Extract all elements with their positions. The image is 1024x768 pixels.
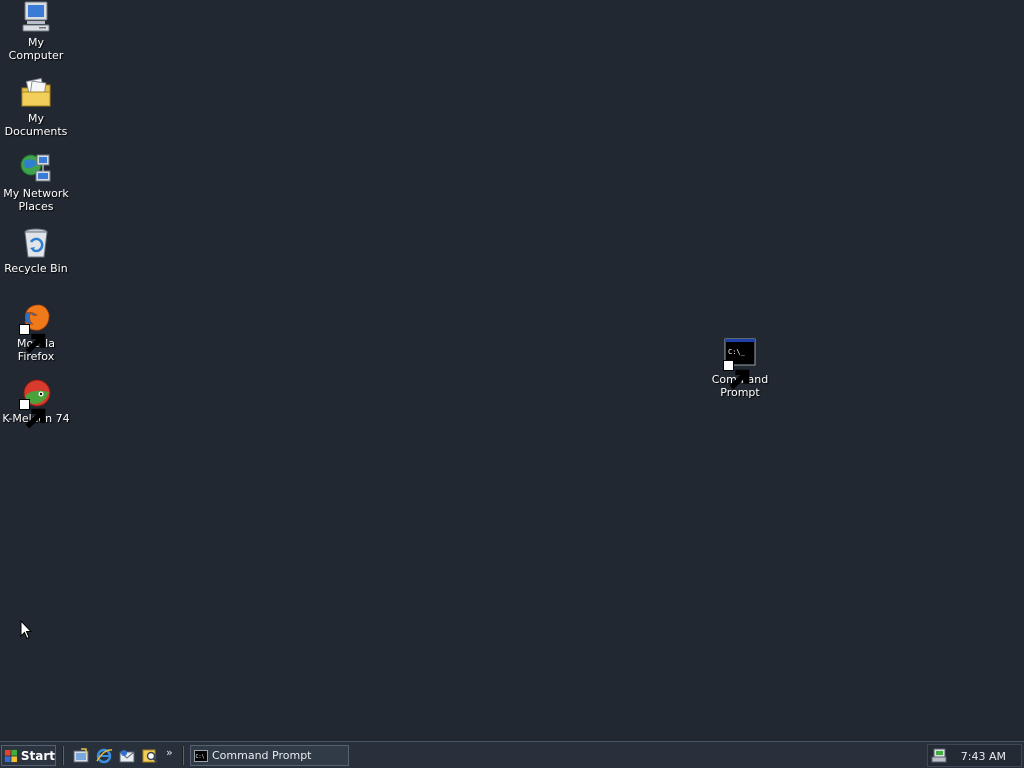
desktop-icon-mozilla-firefox[interactable]: Mozilla Firefox (0, 301, 74, 363)
taskbar-separator (62, 746, 64, 765)
taskbar-button-command-prompt[interactable]: C:\ Command Prompt (190, 745, 349, 766)
show-desktop-icon[interactable] (72, 747, 90, 765)
shortcut-arrow-icon (19, 324, 46, 354)
mouse-pointer-icon (20, 620, 32, 640)
network-places-icon (19, 151, 53, 185)
svg-text:C:\: C:\ (196, 754, 205, 760)
clock[interactable]: 7:43 AM (961, 750, 1006, 763)
firefox-icon (19, 301, 53, 354)
desktop-icon-my-network-places[interactable]: My Network Places (0, 151, 74, 213)
command-prompt-icon: C:\ (194, 749, 208, 762)
desktop-icon-command-prompt[interactable]: C:\_ Command Prompt (702, 337, 778, 399)
desktop-icon-label: My Documents (4, 112, 68, 138)
taskbar-separator (182, 746, 184, 765)
desktop-icon-my-computer[interactable]: My Computer (0, 0, 74, 62)
internet-explorer-icon[interactable] (95, 747, 113, 765)
my-computer-icon (19, 0, 53, 34)
my-documents-icon (19, 76, 53, 110)
desktop-icon-label: Recycle Bin (4, 262, 68, 275)
shortcut-arrow-icon (19, 399, 46, 429)
quick-launch-more-button[interactable]: » (166, 746, 173, 759)
desktop-icon-my-documents[interactable]: My Documents (0, 76, 74, 138)
start-label: Start (20, 748, 55, 763)
windows-flag-icon (4, 749, 17, 762)
outlook-express-icon[interactable] (118, 747, 136, 765)
shortcut-arrow-icon (723, 360, 750, 390)
desktop[interactable]: My Computer My Documents My Network Plac… (0, 0, 1024, 740)
desktop-icon-recycle-bin[interactable]: Recycle Bin (0, 226, 74, 275)
system-tray: 7:43 AM (927, 744, 1022, 767)
start-button[interactable]: Start (1, 745, 56, 766)
taskbar-button-label: Command Prompt (212, 749, 312, 762)
desktop-icon-k-meleon[interactable]: K-Meleon 74 (0, 376, 74, 429)
taskbar: Start » C:\ Command Prompt 7:43 AM (0, 741, 1024, 768)
desktop-icon-label: My Network Places (3, 187, 69, 213)
recycle-bin-icon (19, 226, 53, 260)
network-tray-icon[interactable] (931, 748, 949, 764)
desktop-icon-label: My Computer (8, 36, 64, 62)
command-prompt-icon: C:\_ (723, 337, 757, 390)
svg-text:C:\_: C:\_ (728, 348, 746, 356)
search-icon[interactable] (141, 747, 159, 765)
k-meleon-icon (19, 376, 53, 429)
